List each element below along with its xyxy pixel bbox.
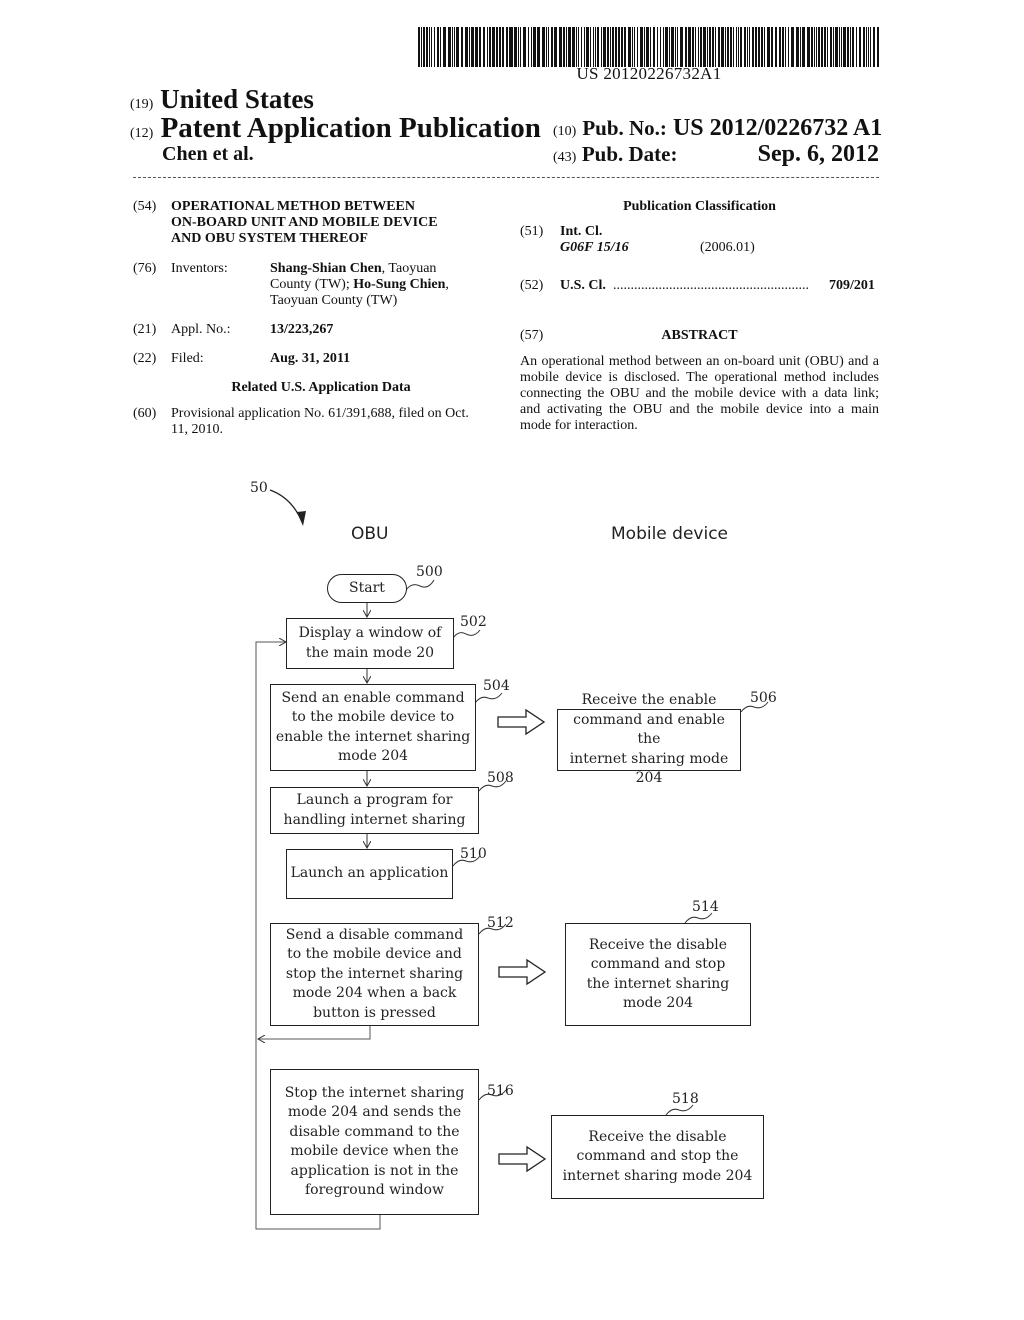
step-text: disable command to the (289, 1123, 460, 1140)
step-518: Receive the disable command and stop the i… (551, 1115, 764, 1199)
step-502: Display a window of the main mode 20 (286, 618, 454, 669)
step-text: Send an enable command (281, 689, 465, 706)
ref-leader-502 (452, 629, 481, 639)
step-text: the main mode 20 (305, 644, 435, 661)
ref-502: 502 (460, 614, 487, 630)
step-500-start: Start (327, 574, 407, 603)
step-text: internet sharing mode 204 (562, 1167, 753, 1184)
step-504: Send an enable command to the mobile devi… (270, 684, 476, 771)
step-text: Display a window of (298, 625, 442, 641)
step-text: handling internet sharing (283, 811, 466, 828)
step-text: Receive the disable (588, 1128, 727, 1145)
ref-leader-500 (405, 579, 435, 591)
step-506: Receive the enable command and enable the… (557, 692, 741, 786)
ref-510: 510 (460, 846, 487, 862)
ref-500: 500 (416, 564, 443, 580)
step-text: foreground window (305, 1182, 444, 1198)
step-text: enable the internet sharing (275, 728, 471, 745)
step-text: to the mobile device to (291, 709, 455, 725)
step-text: Stop the internet sharing (284, 1084, 465, 1101)
step-text: Send a disable command (285, 926, 464, 943)
flowchart-figure: 50 OBU Mobile device Start 500 Display a… (0, 0, 1024, 1320)
lane-label-mobile-device: Mobile device (611, 524, 729, 544)
step-514: Receive the disable command and stop the i… (565, 923, 751, 1026)
ref-514: 514 (692, 899, 719, 915)
block-arrow-516-518 (498, 1145, 547, 1173)
step-text: button is pressed (313, 1004, 436, 1021)
step-text: Launch an application (290, 865, 449, 882)
figure-ref-pointer (269, 489, 303, 523)
ref-504: 504 (483, 678, 510, 694)
step-text: mode 204 when a back (292, 985, 457, 1002)
step-516: Stop the internet sharing mode 204 and se… (270, 1069, 479, 1215)
step-512: Send a disable command to the mobile devi… (270, 923, 479, 1026)
step-text: stop the internet sharing (285, 965, 464, 982)
step-text: command and enable the (573, 711, 725, 748)
step-text: mode 204 (337, 748, 409, 764)
ref-leader-504 (474, 692, 503, 704)
step-text: Receive the enable (581, 692, 717, 709)
step-text: mobile device when the (290, 1143, 459, 1159)
lane-label-obu: OBU (351, 524, 389, 544)
step-text: internet sharing mode 204 (569, 750, 729, 787)
step-text: the internet sharing (586, 975, 730, 992)
ref-508: 508 (487, 770, 514, 786)
figure-ref-arrowhead (297, 511, 306, 526)
loop-512 (258, 1026, 371, 1039)
step-text: to the mobile device and (287, 946, 462, 963)
flowchart-connectors (255, 489, 769, 1230)
step-text: mode 204 and sends the (287, 1104, 462, 1120)
block-arrow-504-506 (497, 708, 546, 736)
step-text: application is not in the (290, 1162, 459, 1179)
step-508: Launch a program for handling internet sh… (270, 787, 479, 834)
ref-506: 506 (750, 690, 777, 706)
block-arrow-512-514 (498, 958, 547, 986)
ref-516: 516 (487, 1083, 514, 1099)
step-text: Receive the disable (588, 936, 728, 953)
figure-ref-number: 50 (250, 480, 268, 496)
step-510: Launch an application (286, 849, 453, 899)
ref-518: 518 (672, 1091, 699, 1107)
step-text: mode 204 (622, 995, 694, 1011)
step-text: command and stop (590, 956, 726, 972)
step-text: Launch a program for (296, 792, 453, 808)
step-text: command and stop the (576, 1148, 739, 1165)
ref-512: 512 (487, 915, 514, 931)
